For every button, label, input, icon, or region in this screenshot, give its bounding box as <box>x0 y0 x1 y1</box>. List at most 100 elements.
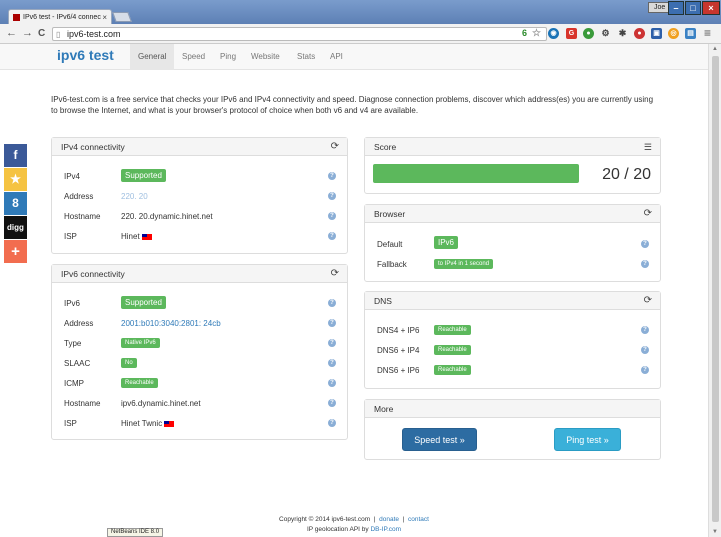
intro-text: IPv6-test.com is a free service that che… <box>51 95 654 115</box>
reload-icon[interactable]: C <box>38 28 45 39</box>
help-icon[interactable]: ? <box>328 419 336 427</box>
menu-icon[interactable]: ≡ <box>704 26 711 40</box>
help-icon[interactable]: ? <box>328 339 336 347</box>
panel-heading: More <box>365 400 660 418</box>
google-share-button[interactable]: 8 <box>4 192 27 215</box>
close-window-button[interactable]: × <box>702 1 720 15</box>
nav-link-ping[interactable]: Ping <box>212 44 244 70</box>
extension-globe-icon[interactable]: ◉ <box>548 28 559 39</box>
ipv4-label: IPv4 <box>64 172 81 181</box>
nav-link-api[interactable]: API <box>322 44 351 70</box>
site-logo[interactable]: ipv6 test <box>57 47 114 63</box>
dns6-ip4-label: DNS6 + IP4 <box>377 346 420 355</box>
ipv4-panel: IPv4 connectivity ⟳ IPv4 Supported ? Add… <box>51 137 348 254</box>
extension-chrome-icon[interactable]: ◎ <box>668 28 679 39</box>
icmp-label: ICMP <box>64 379 84 388</box>
taiwan-flag-icon <box>141 233 152 240</box>
status-badge: Supported <box>121 169 166 182</box>
nav-link-website[interactable]: Website <box>243 44 288 70</box>
back-icon[interactable]: ← <box>6 27 17 39</box>
nav-link-stats[interactable]: Stats <box>289 44 323 70</box>
speed-test-button[interactable]: Speed test » <box>402 428 477 451</box>
more-share-button[interactable]: + <box>4 240 27 263</box>
scroll-down-icon[interactable]: ▼ <box>712 529 718 535</box>
scroll-thumb[interactable] <box>712 56 719 522</box>
ipv6-isp-value: Hinet Twnic <box>121 419 175 428</box>
dns-panel: DNS ⟳ DNS4 + IP6 Reachable ? DNS6 + IP4 … <box>364 291 661 389</box>
help-icon[interactable]: ? <box>328 232 336 240</box>
help-icon[interactable]: ? <box>328 359 336 367</box>
default-badge: IPv6 <box>434 236 459 249</box>
tab-title: IPv6 test - IPv6/4 connec <box>23 14 101 21</box>
help-icon[interactable]: ? <box>641 260 649 268</box>
help-icon[interactable]: ? <box>641 366 649 374</box>
scroll-up-icon[interactable]: ▲ <box>712 46 718 52</box>
extension-screen-icon[interactable]: ▣ <box>651 28 662 39</box>
help-icon[interactable]: ? <box>328 379 336 387</box>
help-icon[interactable]: ? <box>641 326 649 334</box>
help-icon[interactable]: ? <box>328 299 336 307</box>
separator: | <box>402 516 405 523</box>
hostname-label: Hostname <box>64 399 101 408</box>
browser-tab[interactable]: IPv6 test - IPv6/4 connec × <box>8 9 112 25</box>
help-icon[interactable]: ? <box>328 319 336 327</box>
extension-flag-icon[interactable]: ▤ <box>685 28 696 39</box>
minimize-button[interactable]: – <box>668 1 684 15</box>
address-bar[interactable]: ▯ ipv6-test.com <box>52 27 547 41</box>
taiwan-flag-icon <box>164 420 175 427</box>
maximize-button[interactable]: □ <box>685 1 701 15</box>
refresh-icon[interactable]: ⟳ <box>644 205 652 223</box>
ipv6-type-value: Native IPv6 <box>121 337 160 348</box>
bookmark-star-icon[interactable]: ☆ <box>531 28 542 39</box>
favicon-icon <box>13 14 20 21</box>
help-icon[interactable]: ? <box>328 399 336 407</box>
ping-test-button[interactable]: Ping test » <box>554 428 621 451</box>
fallback-value: to IPv4 in 1 second <box>434 258 494 269</box>
separator: | <box>373 516 376 523</box>
isp-label: ISP <box>64 419 77 428</box>
contact-link[interactable]: contact <box>408 516 429 523</box>
ipv6-label: IPv6 <box>64 299 81 308</box>
extension-adblock-icon[interactable]: ● <box>634 28 645 39</box>
help-icon[interactable]: ? <box>641 240 649 248</box>
refresh-icon[interactable]: ⟳ <box>331 138 339 156</box>
refresh-icon[interactable]: ⟳ <box>644 292 652 310</box>
help-icon[interactable]: ? <box>641 346 649 354</box>
help-icon[interactable]: ? <box>328 192 336 200</box>
panel-heading: IPv4 connectivity ⟳ <box>52 138 347 156</box>
fallback-badge: to IPv4 in 1 second <box>434 259 494 269</box>
digg-share-button[interactable]: digg <box>4 216 27 239</box>
favorite-share-button[interactable]: ★ <box>4 168 27 191</box>
panel-heading: Score ☰ <box>365 138 660 156</box>
new-tab-button[interactable] <box>112 12 132 22</box>
ipv4-hostname-value: 220. 20.dynamic.hinet.net <box>121 212 213 221</box>
tab-close-icon[interactable]: × <box>102 13 107 22</box>
vertical-scrollbar[interactable]: ▲ ▼ <box>708 44 721 537</box>
donate-link[interactable]: donate <box>379 516 399 523</box>
extension-tool-icon[interactable]: ⚙ <box>600 28 611 39</box>
extension-puzzle-icon[interactable]: ✱ <box>617 28 628 39</box>
ipv6-extension-icon[interactable]: 6 <box>522 28 527 39</box>
extension-g-icon[interactable]: G <box>566 28 577 39</box>
forward-icon[interactable]: → <box>22 27 33 39</box>
facebook-share-button[interactable]: f <box>4 144 27 167</box>
refresh-icon[interactable]: ⟳ <box>331 265 339 283</box>
dbip-link[interactable]: DB-IP.com <box>370 526 401 533</box>
dns6-ip6-label: DNS6 + IP6 <box>377 366 420 375</box>
panel-heading: IPv6 connectivity ⟳ <box>52 265 347 283</box>
score-title: Score <box>374 142 397 152</box>
list-icon[interactable]: ☰ <box>644 138 652 156</box>
icmp-value: Reachable <box>121 377 158 388</box>
nav-link-general[interactable]: General <box>130 44 175 70</box>
help-icon[interactable]: ? <box>328 212 336 220</box>
extension-leaf-icon[interactable]: ● <box>583 28 594 39</box>
site-navbar: ipv6 test General Speed Ping Website Sta… <box>0 44 708 70</box>
ipv6-title: IPv6 connectivity <box>61 269 125 279</box>
isp-name: Hinet <box>121 232 140 241</box>
help-icon[interactable]: ? <box>328 172 336 180</box>
browser-panel: Browser ⟳ Default IPv6 ? Fallback to IPv… <box>364 204 661 282</box>
copyright-text: Copyright © 2014 ipv6-test.com <box>279 516 371 523</box>
nav-link-speed[interactable]: Speed <box>174 44 213 70</box>
fallback-label: Fallback <box>377 260 407 269</box>
panel-heading: Browser ⟳ <box>365 205 660 223</box>
